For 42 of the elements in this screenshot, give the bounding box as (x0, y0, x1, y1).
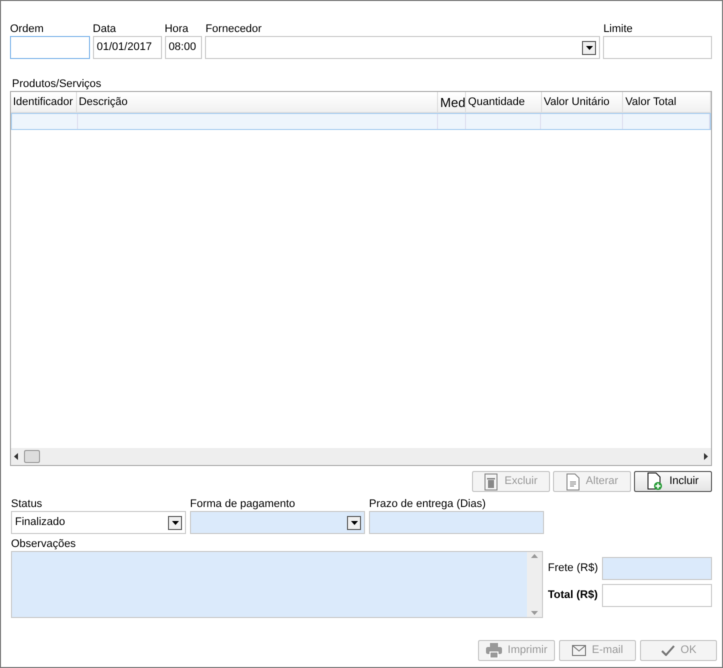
envelope-icon (572, 645, 586, 656)
input-field[interactable] (602, 557, 712, 580)
document-icon (566, 472, 580, 490)
check-icon (660, 645, 675, 656)
button[interactable]: Incluir (634, 471, 712, 492)
document-add-icon (647, 472, 664, 491)
text-area[interactable] (11, 551, 543, 618)
input-field[interactable] (602, 584, 712, 607)
scroll-down-icon[interactable] (531, 611, 538, 615)
field-label: Hora (164, 22, 190, 36)
input-field[interactable] (10, 36, 90, 59)
table-row[interactable] (11, 113, 711, 130)
column-header[interactable]: Quantidade (466, 92, 542, 112)
field-label: Total (R$) (548, 588, 598, 604)
field-label: Ordem (10, 22, 45, 36)
column-header[interactable]: Valor Unitário (542, 92, 624, 112)
field-label: Forma de pagamento (190, 497, 296, 511)
field-label: Frete (R$) (548, 561, 598, 576)
trash-icon (484, 472, 498, 490)
scroll-up-icon[interactable] (531, 554, 538, 558)
column-header[interactable]: Med (438, 92, 466, 112)
field-label: Prazo de entrega (Dias) (369, 497, 487, 511)
input-field[interactable]: 01/01/2017 (92, 36, 162, 59)
horizontal-scrollbar[interactable] (11, 448, 711, 465)
field-label: Status (11, 497, 44, 511)
section-label: Produtos/Serviços (12, 77, 102, 91)
field-label: Observações (11, 537, 77, 551)
scroll-left-icon[interactable] (14, 453, 18, 460)
column-header[interactable]: Valor Total (623, 92, 711, 112)
printer-icon (486, 643, 502, 658)
scroll-thumb[interactable] (24, 450, 40, 463)
column-header[interactable]: Identificador (11, 92, 77, 112)
input-field[interactable] (369, 511, 544, 534)
field-label: Fornecedor (205, 22, 263, 36)
input-field[interactable] (603, 36, 712, 59)
input-field[interactable]: 08:00 (164, 36, 202, 59)
vertical-scrollbar[interactable] (527, 552, 542, 617)
field-label: Limite (603, 22, 634, 36)
column-header[interactable]: Descrição (76, 92, 438, 112)
scroll-right-icon[interactable] (704, 453, 708, 460)
field-label: Data (92, 22, 118, 36)
dropdown[interactable]: Finalizado (11, 511, 186, 534)
